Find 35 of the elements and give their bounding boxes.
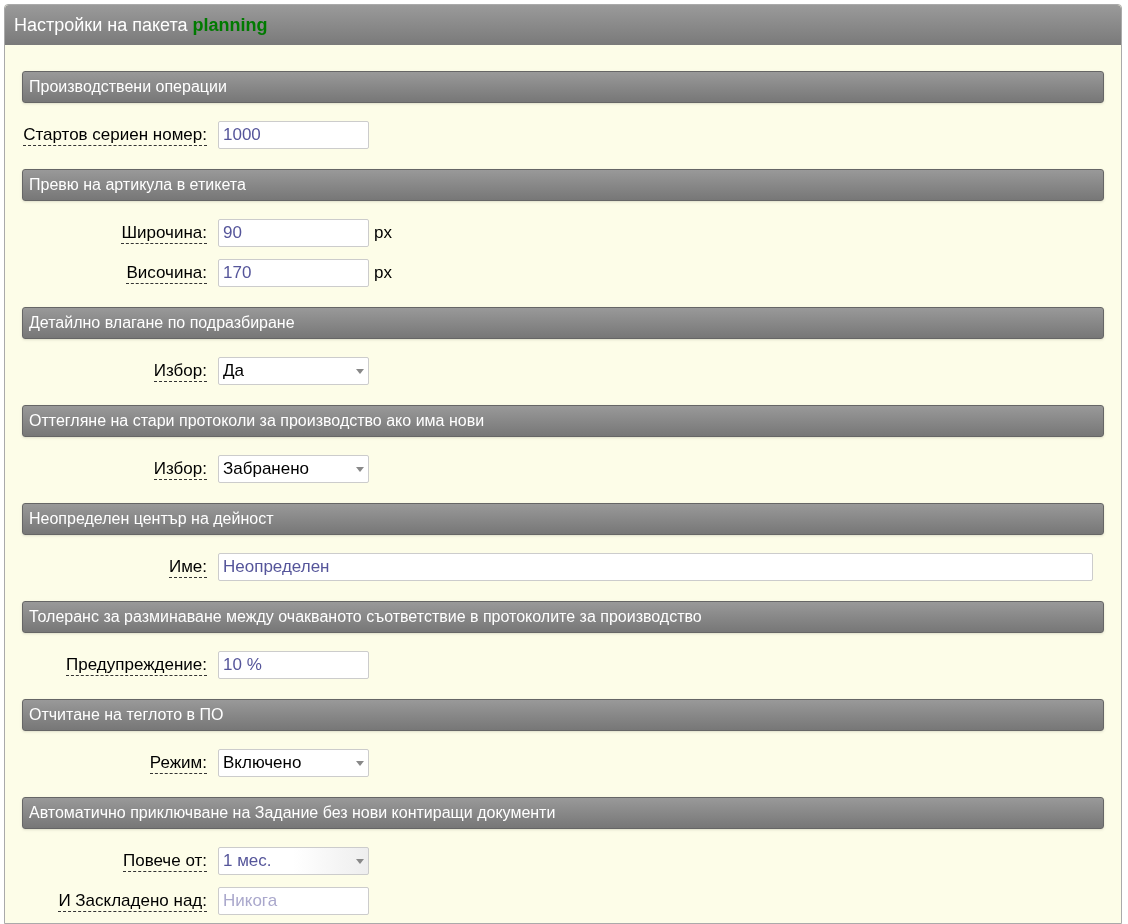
input-field[interactable]: Никога — [218, 887, 369, 915]
unit-label: px — [374, 262, 392, 285]
field-label: Стартов сериен номер: — [23, 124, 207, 146]
unit-label: px — [374, 222, 392, 245]
panel-title: Настройки на пакета planning — [14, 13, 268, 37]
dropdown[interactable]: Включено — [218, 749, 369, 777]
input-field[interactable]: 1000 — [218, 121, 369, 149]
section-header: Автоматично приключване на Задание без нови контиращи документи — [22, 797, 1104, 829]
input-field[interactable]: Неопределен — [218, 553, 1093, 581]
field-label: Повече от: — [122, 850, 207, 872]
input-field[interactable]: 90 — [218, 219, 369, 247]
section-header: Детайлно влагане по подразбиране — [22, 307, 1104, 339]
field-label: Име: — [168, 556, 207, 578]
dropdown[interactable]: Забранено — [218, 455, 369, 483]
caret-icon — [356, 368, 364, 374]
section-header: Толеранс за разминаване между очакваното съответствие в протоколите за производство — [22, 601, 1104, 633]
field-label: Височина: — [126, 262, 207, 284]
caret-icon — [356, 466, 364, 472]
caret-icon — [356, 760, 364, 766]
field-label: И Заскладено над: — [58, 890, 207, 912]
caret-icon — [356, 858, 364, 864]
combo-box[interactable]: 1 мес. — [218, 847, 369, 875]
section-header: Отчитане на теглото в ПО — [22, 699, 1104, 731]
input-field[interactable]: 170 — [218, 259, 369, 287]
field-label: Избор: — [153, 360, 207, 382]
section-header: Превю на артикула в етикета — [22, 169, 1104, 201]
field-label: Широчина: — [121, 222, 207, 244]
field-label: Избор: — [153, 458, 207, 480]
dropdown[interactable]: Да — [218, 357, 369, 385]
input-field[interactable]: 10 % — [218, 651, 369, 679]
section-header: Неопределен център на дейност — [22, 503, 1104, 535]
field-label: Предупреждение: — [66, 654, 207, 676]
section-header: Оттегляне на стари протоколи за производство ако има нови — [22, 405, 1104, 437]
section-header: Производствени операции — [22, 71, 1104, 103]
field-label: Режим: — [149, 752, 207, 774]
